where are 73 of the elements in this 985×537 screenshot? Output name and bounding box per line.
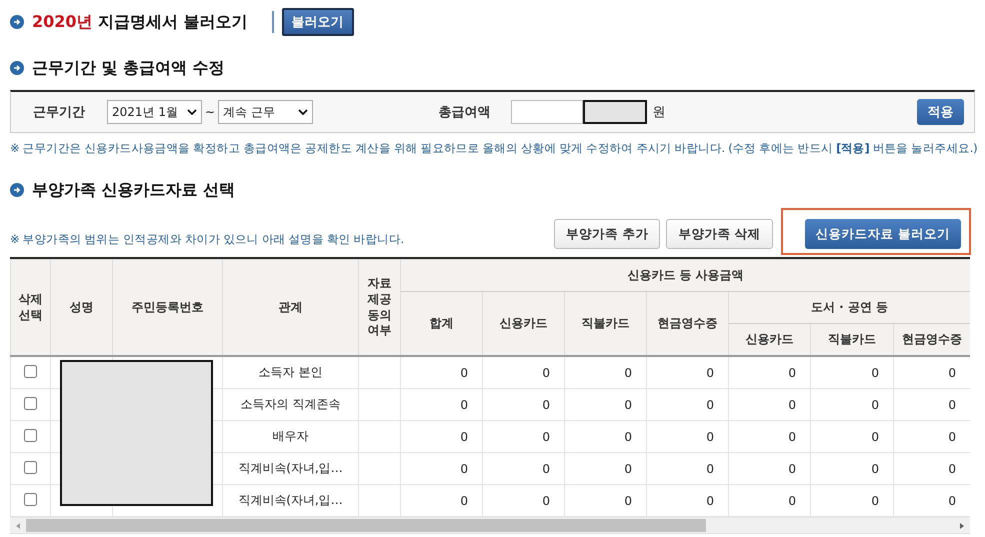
row-checkbox[interactable]	[24, 364, 37, 378]
end-select[interactable]: 계속 근무	[218, 100, 314, 124]
chevron-down-icon	[187, 109, 197, 115]
table-cell: 0	[564, 388, 646, 420]
table-cell: 소득자의 직계존속	[222, 388, 358, 420]
load-button[interactable]: 불러오기	[282, 8, 354, 36]
column-header: 신용카드	[482, 292, 564, 356]
column-header: 합계	[400, 292, 482, 356]
column-header: 주민등록번호	[112, 260, 222, 356]
table-cell: 0	[564, 452, 646, 484]
scroll-right-icon[interactable]	[958, 522, 966, 530]
notice-text: ※ 근무기간은 신용카드사용금액을 확정하고 총급여액은 공제한도 계산을 위해 필요하므로 올해의 상황에 맞게 수정하여 주시기 바랍니다. (수정 후에는 반드시 [적용] 버튼을 눌러주세요.)	[10, 141, 975, 156]
table-cell: 직계비속(자녀,입…	[222, 452, 358, 484]
start-month-select[interactable]: 2021년 1월	[107, 100, 202, 124]
range-separator: ~	[205, 105, 216, 119]
table-cell: 0	[810, 420, 894, 452]
field-label: 총급여액	[438, 104, 491, 121]
salary-input[interactable]	[510, 100, 583, 124]
section-title: 2020년 지급명세서 불러오기	[32, 12, 248, 32]
table-cell: 0	[400, 420, 482, 452]
table-cell: 0	[728, 356, 810, 388]
action-button[interactable]: 부양가족 추가	[554, 219, 660, 249]
column-header: 삭제선택	[10, 260, 50, 356]
row-checkbox[interactable]	[24, 460, 37, 474]
chevron-down-icon	[298, 109, 308, 115]
unit-label: 원	[652, 104, 666, 121]
table-cell: 0	[810, 452, 894, 484]
field-label: 근무기간	[33, 104, 85, 121]
table-cell: 0	[646, 356, 728, 388]
arrow-circle-icon	[10, 61, 24, 75]
table-cell: 0	[400, 356, 482, 388]
section-title: 부양가족 신용카드자료 선택	[32, 180, 236, 200]
arrow-circle-icon	[10, 183, 24, 197]
row-checkbox[interactable]	[24, 492, 37, 506]
column-header: 현금영수증	[894, 324, 970, 356]
redaction-box	[582, 100, 647, 124]
table-cell: 0	[482, 388, 564, 420]
table-cell: 0	[728, 452, 810, 484]
column-header: 관계	[222, 260, 358, 356]
action-button[interactable]: 부양가족 삭제	[666, 219, 773, 249]
column-header: 신용카드	[728, 324, 810, 356]
horizontal-scrollbar[interactable]	[10, 517, 970, 534]
group-header: 신용카드 등 사용금액	[400, 260, 970, 292]
column-header: 직불카드	[564, 292, 646, 356]
apply-button[interactable]: 적용	[916, 99, 964, 125]
table-cell: 0	[400, 452, 482, 484]
table-cell: 0	[810, 356, 894, 388]
table-cell: 0	[400, 388, 482, 420]
column-header: 자료제공동의여부	[358, 260, 400, 356]
table-cell: 0	[482, 420, 564, 452]
column-header: 직불카드	[810, 324, 894, 356]
table-cell: 0	[564, 420, 646, 452]
section-title: 근무기간 및 총급여액 수정	[32, 58, 225, 78]
group-header: 도서 · 공연 등	[728, 292, 970, 324]
arrow-circle-icon	[10, 15, 24, 29]
table-cell: 0	[646, 420, 728, 452]
row-checkbox[interactable]	[24, 396, 37, 410]
column-header: 현금영수증	[646, 292, 728, 356]
column-header: 성명	[50, 260, 112, 356]
action-button[interactable]: 신용카드자료 불러오기	[804, 219, 961, 249]
table-cell: 0	[646, 388, 728, 420]
table-cell: 0	[646, 452, 728, 484]
table-cell: 0	[728, 420, 810, 452]
table-cell: 배우자	[222, 420, 358, 452]
table-cell: 0	[564, 356, 646, 388]
notice-text: ※ 부양가족의 범위는 인적공제와 차이가 있으니 아래 설명을 확인 바랍니다.	[10, 232, 404, 247]
table-cell: 0	[482, 356, 564, 388]
row-checkbox[interactable]	[24, 428, 37, 442]
scroll-left-icon[interactable]	[14, 522, 22, 530]
table-cell: 소득자 본인	[222, 356, 358, 388]
table-cell: 0	[482, 452, 564, 484]
table-cell: 0	[728, 388, 810, 420]
table-cell: 0	[810, 388, 894, 420]
